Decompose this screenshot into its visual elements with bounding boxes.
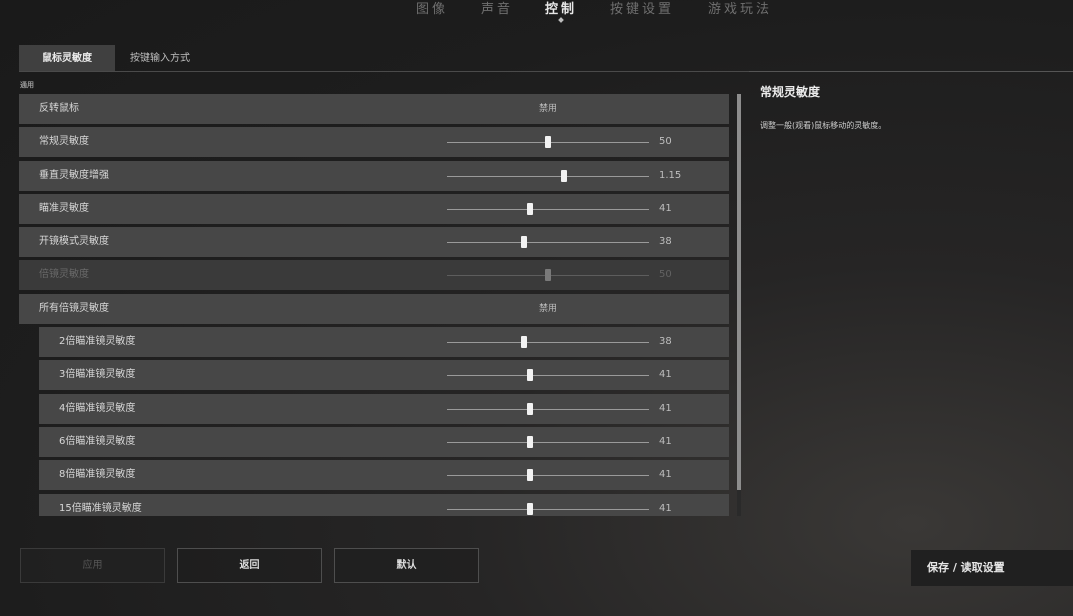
apply-button[interactable]: 应用: [20, 548, 165, 583]
slider-track[interactable]: [447, 402, 649, 415]
slider-thumb[interactable]: [520, 336, 527, 349]
slider-thumb[interactable]: [526, 402, 533, 415]
default-button[interactable]: 默认: [334, 548, 479, 583]
settings-list: 反转鼠标 禁用 常规灵敏度 50 垂直灵敏度增强 1.15 瞄准灵敏度 41 开镜模式灵敏度 38…: [19, 94, 729, 516]
setting-value: 41: [659, 502, 672, 514]
setting-row[interactable]: 所有倍镜灵敏度 禁用: [19, 293, 729, 324]
setting-label: 开镜模式灵敏度: [39, 236, 109, 248]
subtab-key-input-mode[interactable]: 按键输入方式: [115, 45, 205, 72]
tab-controls[interactable]: 控制: [545, 0, 577, 22]
divider: [749, 71, 1073, 72]
setting-label: 6倍瞄准镜灵敏度: [59, 435, 136, 447]
slider-thumb[interactable]: [545, 136, 551, 149]
setting-row[interactable]: 8倍瞄准镜灵敏度 41: [39, 460, 729, 491]
setting-row[interactable]: 15倍瞄准镜灵敏度 41: [39, 493, 729, 516]
setting-row[interactable]: 垂直灵敏度增强 1.15: [19, 160, 729, 191]
tab-gameplay[interactable]: 游戏玩法: [708, 0, 772, 22]
setting-row[interactable]: 3倍瞄准镜灵敏度 41: [39, 360, 729, 391]
tab-graphics[interactable]: 图像: [416, 0, 448, 22]
setting-label: 15倍瞄准镜灵敏度: [59, 502, 142, 514]
slider-track[interactable]: [447, 502, 649, 515]
setting-value: 38: [659, 236, 672, 248]
setting-row[interactable]: 4倍瞄准镜灵敏度 41: [39, 393, 729, 424]
setting-label: 常规灵敏度: [39, 136, 89, 148]
tab-keybindings[interactable]: 按键设置: [610, 0, 674, 22]
description-title: 常规灵敏度: [760, 85, 821, 99]
setting-row[interactable]: 2倍瞄准镜灵敏度 38: [39, 327, 729, 358]
subtab-mouse-sensitivity[interactable]: 鼠标灵敏度: [19, 45, 115, 72]
slider-thumb[interactable]: [520, 236, 527, 249]
setting-label: 4倍瞄准镜灵敏度: [59, 402, 136, 414]
slider-track[interactable]: [447, 336, 649, 349]
setting-value: 41: [659, 369, 672, 381]
slider-thumb[interactable]: [526, 369, 533, 382]
slider-track: [447, 269, 649, 282]
setting-row[interactable]: 开镜模式灵敏度 38: [19, 227, 729, 258]
setting-row[interactable]: 常规灵敏度 50: [19, 127, 729, 158]
setting-toggle-value[interactable]: 禁用: [539, 294, 557, 324]
setting-row[interactable]: 6倍瞄准镜灵敏度 41: [39, 426, 729, 457]
scrollbar[interactable]: [737, 94, 741, 516]
setting-value: 41: [659, 402, 672, 414]
slider-track[interactable]: [447, 136, 649, 149]
setting-value: 41: [659, 435, 672, 447]
setting-value: 50: [659, 269, 672, 281]
section-label: 通用: [20, 81, 34, 89]
sub-tabs: 鼠标灵敏度 按键输入方式: [19, 45, 205, 72]
setting-label: 倍镜灵敏度: [39, 269, 89, 281]
setting-label: 8倍瞄准镜灵敏度: [59, 469, 136, 481]
setting-value: 38: [659, 336, 672, 348]
back-button[interactable]: 返回: [177, 548, 322, 583]
setting-value: 41: [659, 469, 672, 481]
slider-thumb[interactable]: [526, 202, 533, 215]
setting-row[interactable]: 瞄准灵敏度 41: [19, 193, 729, 224]
top-nav: 图像 声音 控制 按键设置 游戏玩法: [0, 0, 1073, 24]
slider-thumb[interactable]: [526, 435, 533, 448]
setting-label: 反转鼠标: [39, 103, 79, 114]
setting-row[interactable]: 反转鼠标 禁用: [19, 94, 729, 124]
description-text: 调整一般(观看)鼠标移动的灵敏度。: [760, 121, 887, 130]
slider-thumb[interactable]: [526, 469, 533, 482]
slider-track[interactable]: [447, 469, 649, 482]
slider-track[interactable]: [447, 202, 649, 215]
setting-value: 1.15: [659, 169, 682, 181]
setting-label: 所有倍镜灵敏度: [39, 302, 109, 314]
save-load-settings-button[interactable]: 保存 / 读取设置: [911, 550, 1073, 586]
setting-value: 50: [659, 136, 672, 148]
setting-label: 瞄准灵敏度: [39, 202, 89, 214]
setting-toggle-value[interactable]: 禁用: [539, 94, 557, 124]
slider-track[interactable]: [447, 369, 649, 382]
slider-track[interactable]: [447, 435, 649, 448]
setting-label: 3倍瞄准镜灵敏度: [59, 369, 136, 381]
setting-label: 垂直灵敏度增强: [39, 169, 109, 181]
slider-thumb[interactable]: [526, 502, 533, 515]
slider-thumb: [545, 269, 551, 282]
setting-value: 41: [659, 202, 672, 214]
slider-thumb[interactable]: [561, 169, 568, 182]
tab-sound[interactable]: 声音: [481, 0, 513, 22]
scrollbar-thumb[interactable]: [737, 94, 741, 490]
slider-track[interactable]: [447, 169, 649, 182]
setting-label: 2倍瞄准镜灵敏度: [59, 336, 136, 348]
slider-track[interactable]: [447, 236, 649, 249]
setting-row: 倍镜灵敏度 50: [19, 260, 729, 291]
